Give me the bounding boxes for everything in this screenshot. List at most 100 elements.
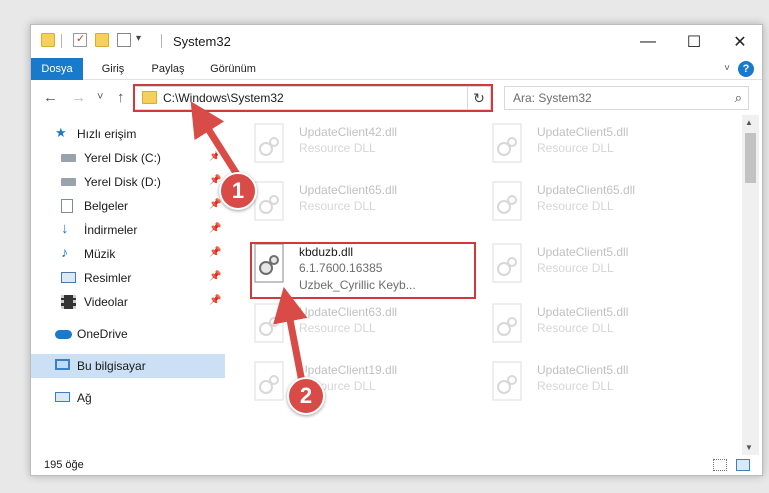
explorer-window: ✓ ▾ System32 — ☐ ✕ Dosya Giriş Paylaş Gö… [30, 24, 763, 476]
sidebar-item-label: OneDrive [77, 327, 128, 341]
refresh-button[interactable]: ↻ [467, 86, 491, 110]
file-description: Uzbek_Cyrillic Keyb... [299, 278, 416, 292]
properties-icon[interactable]: ✓ [73, 33, 87, 47]
target-file-kbduzb[interactable]: kbduzb.dll 6.1.7600.16385 Uzbek_Cyrillic… [247, 239, 483, 299]
scroll-thumb[interactable] [745, 133, 756, 183]
tiles-view-icon[interactable] [736, 459, 750, 471]
recent-locations-button[interactable]: ˅ [97, 91, 103, 103]
file-type: Resource DLL [299, 141, 376, 155]
tab-file[interactable]: Dosya [31, 58, 83, 80]
videos-icon [61, 295, 76, 309]
pin-icon[interactable]: 📌 [209, 199, 221, 210]
maximize-button[interactable]: ☐ [671, 25, 717, 58]
drive-icon [61, 154, 76, 162]
dll-file-icon [254, 123, 284, 163]
pin-icon[interactable]: 📌 [209, 151, 221, 162]
computer-icon [55, 359, 70, 370]
pin-icon[interactable]: 📌 [209, 271, 221, 282]
list-item[interactable]: UpdateClient5.dll Resource DLL [485, 357, 721, 411]
new-folder-icon[interactable] [95, 33, 109, 47]
dll-file-icon [492, 303, 522, 343]
list-item[interactable]: UpdateClient19.dll Resource DLL [247, 357, 483, 411]
search-icon[interactable]: ⌕ [735, 90, 742, 106]
file-name: UpdateClient5.dll [537, 363, 629, 377]
dll-file-icon [254, 361, 284, 401]
file-name: UpdateClient5.dll [537, 305, 629, 319]
folder-icon [142, 91, 157, 104]
sidebar-item-quick-access[interactable]: ★ Hızlı erişim [31, 122, 225, 146]
title-bar: ✓ ▾ System32 — ☐ ✕ [31, 25, 762, 58]
expand-ribbon-icon[interactable]: ˅ [724, 63, 730, 74]
sidebar-item-local-disk-c[interactable]: Yerel Disk (C:) 📌 [31, 146, 225, 170]
list-item[interactable]: UpdateClient63.dll Resource DLL [247, 299, 483, 353]
scroll-down-icon[interactable]: ▼ [745, 443, 753, 452]
help-icon[interactable]: ? [738, 61, 754, 77]
sidebar-item-downloads[interactable]: ↓ İndirmeler 📌 [31, 218, 225, 242]
file-type: Resource DLL [537, 141, 614, 155]
sidebar-item-onedrive[interactable]: OneDrive [31, 322, 225, 346]
tab-home[interactable]: Giriş [89, 58, 137, 80]
dll-file-icon [492, 181, 522, 221]
back-button[interactable]: ← [43, 89, 58, 106]
up-button[interactable]: ↑ [117, 89, 125, 106]
documents-icon [61, 199, 73, 213]
item-count: 195 öğe [44, 459, 84, 471]
search-box[interactable]: Ara: System32 ⌕ [504, 86, 749, 110]
list-item[interactable]: UpdateClient5.dll Resource DLL [485, 239, 721, 293]
customize-toolbar-icon[interactable] [117, 33, 131, 47]
network-icon [55, 392, 70, 402]
sidebar-item-network[interactable]: Ağ [31, 386, 225, 410]
pictures-icon [61, 272, 76, 283]
file-type: Resource DLL [537, 379, 614, 393]
file-name: UpdateClient5.dll [537, 125, 629, 139]
file-name: UpdateClient42.dll [299, 125, 398, 139]
divider [161, 34, 162, 48]
minimize-button[interactable]: — [625, 25, 671, 58]
close-button[interactable]: ✕ [717, 25, 762, 58]
sidebar-item-local-disk-d[interactable]: Yerel Disk (D:) 📌 [31, 170, 225, 194]
pin-icon[interactable]: 📌 [209, 223, 221, 234]
tab-view[interactable]: Görünüm [201, 58, 265, 80]
cloud-icon [55, 330, 72, 339]
scroll-up-icon[interactable]: ▲ [745, 118, 753, 127]
dll-file-icon [492, 123, 522, 163]
sidebar-item-videos[interactable]: Videolar 📌 [31, 290, 225, 314]
file-type: Resource DLL [537, 321, 614, 335]
sidebar-item-pictures[interactable]: Resimler 📌 [31, 266, 225, 290]
file-name: UpdateClient65.dll [299, 183, 398, 197]
forward-button[interactable]: → [71, 89, 86, 106]
file-version: 6.1.7600.16385 [299, 261, 383, 275]
dll-file-icon [492, 243, 522, 283]
sidebar-item-label: İndirmeler [84, 223, 138, 237]
address-path[interactable]: C:\Windows\System32 [163, 91, 284, 105]
sidebar-item-label: Yerel Disk (D:) [84, 175, 161, 189]
list-item[interactable]: UpdateClient42.dll Resource DLL [247, 119, 483, 173]
file-name: UpdateClient19.dll [299, 363, 398, 377]
search-placeholder[interactable]: Ara: System32 [513, 91, 592, 105]
list-item[interactable]: UpdateClient5.dll Resource DLL [485, 299, 721, 353]
file-type: Resource DLL [299, 199, 376, 213]
list-item[interactable]: UpdateClient65.dll Resource DLL [485, 177, 721, 231]
music-icon: ♪ [61, 244, 68, 260]
list-item[interactable]: UpdateClient5.dll Resource DLL [485, 119, 721, 173]
sidebar-item-music[interactable]: ♪ Müzik 📌 [31, 242, 225, 266]
file-type: Resource DLL [537, 261, 614, 275]
toolbar-dropdown-icon[interactable]: ▾ [136, 33, 141, 44]
sidebar-item-label: Hızlı erişim [77, 127, 137, 141]
sidebar-item-this-pc[interactable]: Bu bilgisayar [31, 354, 225, 378]
file-name: UpdateClient65.dll [537, 183, 636, 197]
dll-file-icon [254, 181, 284, 221]
details-view-icon[interactable] [713, 459, 727, 471]
vertical-scrollbar[interactable]: ▲ ▼ [742, 115, 759, 455]
dll-file-icon [254, 303, 284, 343]
pin-icon[interactable]: 📌 [209, 295, 221, 306]
drive-icon [61, 178, 76, 186]
tab-share[interactable]: Paylaş [141, 58, 195, 80]
sidebar-item-documents[interactable]: Belgeler 📌 [31, 194, 225, 218]
status-bar: 195 öğe [31, 455, 762, 475]
download-icon: ↓ [61, 220, 69, 237]
list-item[interactable]: UpdateClient65.dll Resource DLL [247, 177, 483, 231]
address-bar[interactable]: C:\Windows\System32 ˅ [134, 86, 493, 110]
pin-icon[interactable]: 📌 [209, 247, 221, 258]
dll-file-icon [492, 361, 522, 401]
